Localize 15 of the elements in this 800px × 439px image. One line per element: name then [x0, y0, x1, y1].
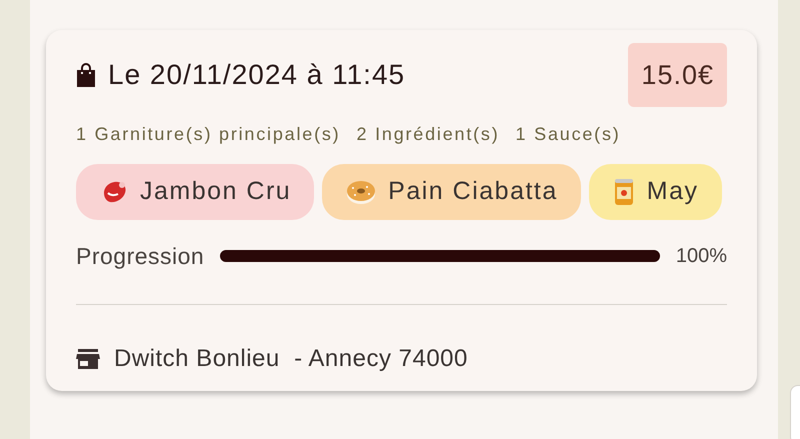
- progress-percent: 100%: [676, 244, 727, 270]
- ingredient-label: May: [646, 176, 699, 208]
- progress-label: Progression: [76, 242, 204, 271]
- store-icon: [76, 348, 100, 368]
- ingredient-label: Pain Ciabatta: [388, 176, 558, 208]
- ingredient-count: 1 Sauce(s): [516, 123, 621, 146]
- store-address: Dwitch Bonlieu - Annecy 74000: [114, 344, 468, 374]
- order-date: Le 20/11/2024 à 11:45: [108, 58, 406, 92]
- ingredient-label: Jambon Cru: [140, 176, 292, 208]
- bagel-icon: [346, 179, 376, 205]
- ingredient-count: 2 Ingrédient(s): [356, 123, 500, 146]
- price-badge: 15.0€: [628, 43, 727, 107]
- ingredient-count: 1 Garniture(s) principale(s): [76, 123, 340, 146]
- shopping-bag-icon: [76, 63, 96, 87]
- can-icon: [612, 177, 635, 207]
